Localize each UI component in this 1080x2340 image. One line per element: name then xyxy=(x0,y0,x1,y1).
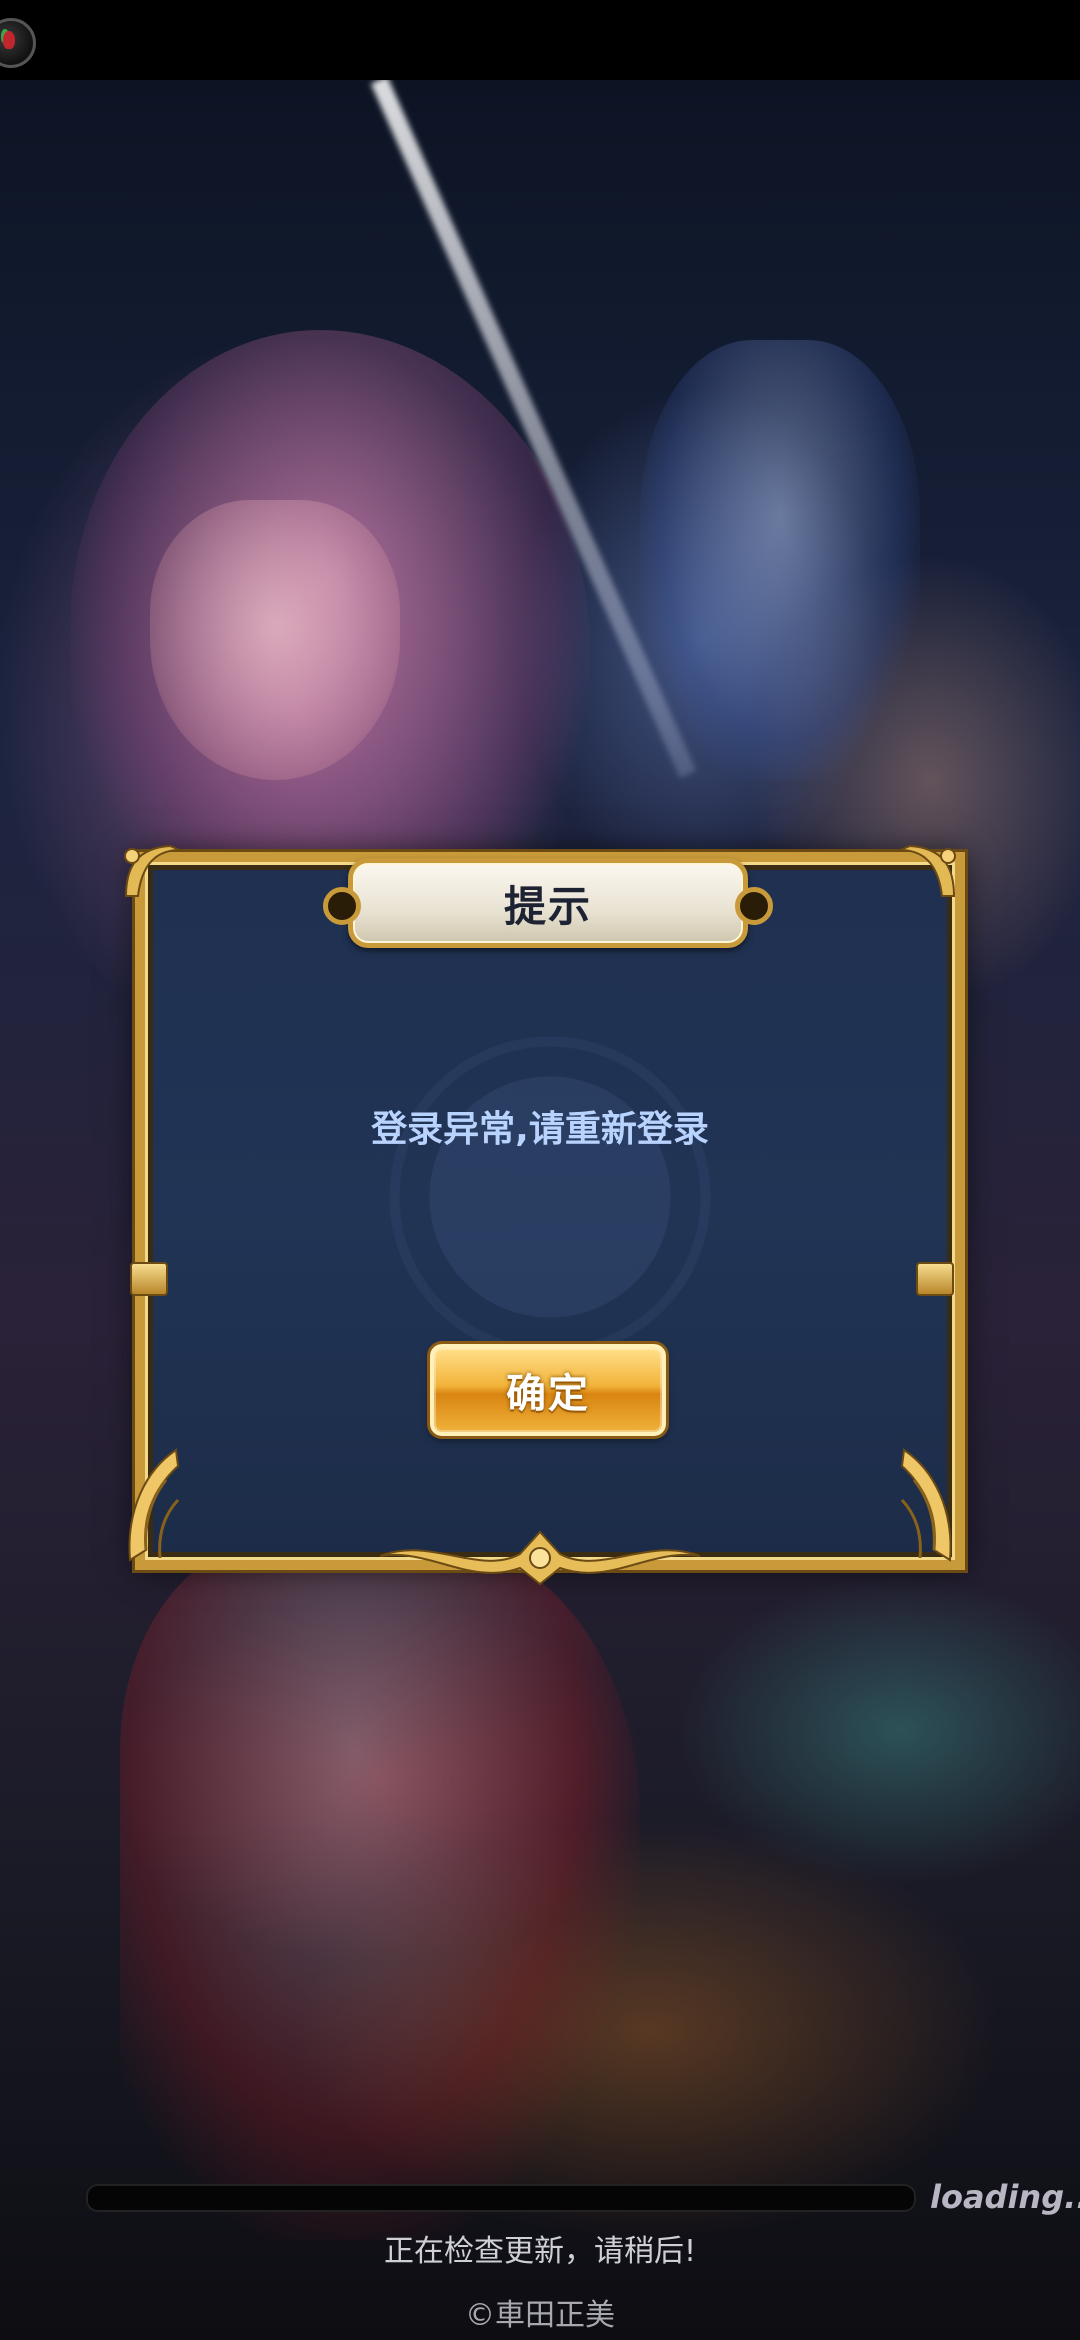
wing-ornament-left xyxy=(128,1448,180,1562)
loading-label: loading... xyxy=(930,2178,1080,2216)
update-status-text: 正在检查更新，请稍后! xyxy=(383,2234,697,2269)
frame-bottom-ornament xyxy=(379,1530,701,1586)
character-pegasus-illustration xyxy=(120,1540,640,2240)
dialog-title: 提示 xyxy=(503,881,592,931)
frame-side-clip-right xyxy=(916,1262,954,1296)
alert-dialog xyxy=(135,852,965,1570)
dialog-message: 登录异常,请重新登录 xyxy=(371,1109,709,1150)
dialog-title-plate: 提示 xyxy=(323,858,773,948)
wing-ornament-right xyxy=(900,1448,952,1562)
confirm-button[interactable]: 确定 xyxy=(430,1344,666,1436)
character-face-illustration xyxy=(150,500,400,780)
character-knights-illustration xyxy=(640,340,920,780)
confirm-button-label: 确定 xyxy=(506,1371,590,1417)
frame-corner-ornament-right xyxy=(899,844,956,897)
copyright-text: ©車田正美 xyxy=(465,2298,615,2333)
frame-side-clip-left xyxy=(130,1262,168,1296)
loading-progress-bar xyxy=(86,2184,916,2212)
frame-corner-ornament-left xyxy=(124,844,181,897)
status-bar xyxy=(0,0,1080,80)
app-badge-icon xyxy=(0,18,36,68)
game-screen: 提示 登录异常,请重新登录 确定 loading... 正在检查更新，请稍后! … xyxy=(0,0,1080,2340)
